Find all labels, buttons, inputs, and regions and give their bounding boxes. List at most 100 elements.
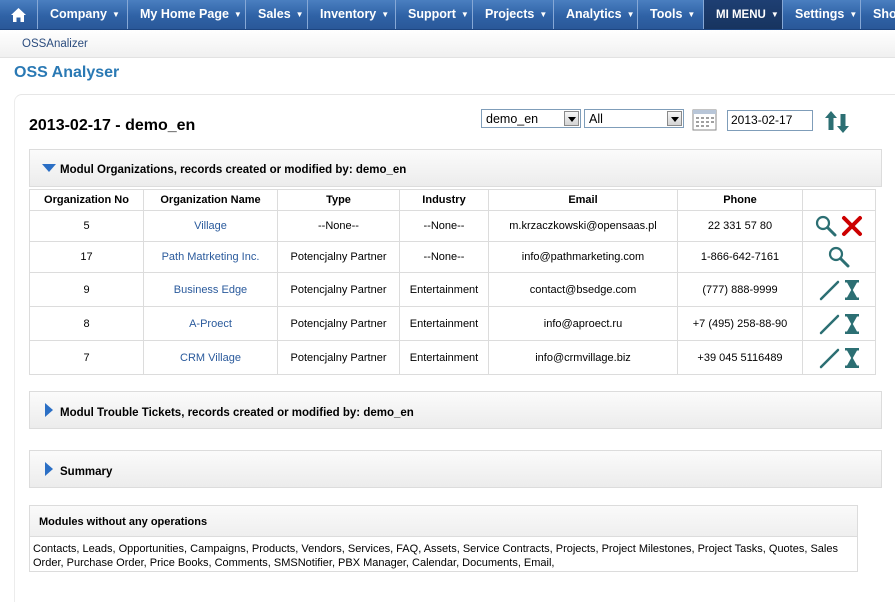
nav-support[interactable]: Support ▼ [396,0,473,29]
trouble-tickets-section-header[interactable]: Modul Trouble Tickets, records created o… [29,391,882,429]
chevron-down-icon: ▼ [111,10,120,19]
breadcrumb[interactable]: OSSAnalizer [22,38,88,50]
hourglass-icon[interactable] [844,313,860,335]
cell-type: Potencjalny Partner [277,306,400,341]
table-header-row: Organization No Organization Name Type I… [29,189,876,211]
chevron-down-icon: ▼ [687,10,696,19]
nav-shortcuts-label: Sho [873,7,895,21]
col-header-type[interactable]: Type [277,189,400,211]
user-select[interactable]: demo_en [481,109,581,128]
col-header-organization-name[interactable]: Organization Name [143,189,278,211]
nav-my-home-page[interactable]: My Home Page ▼ [128,0,246,29]
expand-triangle-icon[interactable] [45,462,53,476]
nav-projects-label: Projects [485,7,535,21]
nav-tools-label: Tools [650,7,683,21]
col-header-email[interactable]: Email [488,189,678,211]
nav-settings[interactable]: Settings ▼ [783,0,861,29]
cell-type: Potencjalny Partner [277,272,400,307]
chevron-down-icon: ▼ [770,10,779,19]
cell-phone: +7 (495) 258-88-90 [677,306,803,341]
date-input[interactable]: 2013-02-17 [727,110,813,131]
cell-industry: --None-- [399,210,489,242]
organizations-table: Organization No Organization Name Type I… [29,189,876,375]
delete-icon[interactable] [841,215,863,237]
col-header-organization-no[interactable]: Organization No [29,189,144,211]
filter-select[interactable]: All [584,109,684,128]
nav-analytics-label: Analytics [566,7,622,21]
home-icon [11,8,26,22]
chevron-down-icon: ▼ [295,10,304,19]
cell-email: contact@bsedge.com [488,272,678,307]
chevron-down-icon: ▼ [626,10,635,19]
cell-organization-no: 9 [29,272,144,307]
edit-icon[interactable] [818,313,840,335]
cell-industry: --None-- [399,241,489,273]
organizations-section-label: Modul Organizations, records created or … [60,164,407,176]
modules-without-operations-header: Modules without any operations [30,506,857,537]
nav-projects[interactable]: Projects ▼ [473,0,554,29]
cell-email: info@aproect.ru [488,306,678,341]
nav-inventory[interactable]: Inventory ▼ [308,0,396,29]
cell-phone: 1-866-642-7161 [677,241,803,273]
chevron-down-icon: ▼ [233,10,242,19]
cell-phone: 22 331 57 80 [677,210,803,242]
chevron-down-icon: ▼ [460,10,469,19]
modules-without-operations-box: Modules without any operations Contacts,… [29,505,858,572]
expand-triangle-icon[interactable] [45,403,53,417]
breadcrumb-bar: OSSAnalizer [0,30,895,58]
sort-arrows-icon[interactable] [824,110,850,134]
trouble-tickets-section-label: Modul Trouble Tickets, records created o… [60,407,414,419]
cell-organization-no: 17 [29,241,144,273]
nav-sales[interactable]: Sales ▼ [246,0,308,29]
cell-organization-name-link[interactable]: Path Matrketing Inc. [143,241,278,273]
cell-industry: Entertainment [399,306,489,341]
cell-phone: +39 045 5116489 [677,340,803,375]
chevron-down-icon: ▼ [849,10,858,19]
hourglass-icon[interactable] [844,347,860,369]
nav-sales-label: Sales [258,7,291,21]
cell-organization-no: 8 [29,306,144,341]
table-row: 5 Village --None-- --None-- m.krzaczkows… [29,210,876,242]
cell-actions [802,210,876,242]
cell-organization-name-link[interactable]: Business Edge [143,272,278,307]
search-icon[interactable] [815,215,837,237]
col-header-industry[interactable]: Industry [399,189,489,211]
summary-section-label: Summary [60,466,113,478]
chevron-down-icon: ▼ [539,10,548,19]
nav-settings-label: Settings [795,7,845,21]
hourglass-icon[interactable] [844,279,860,301]
edit-icon[interactable] [818,279,840,301]
cell-organization-name-link[interactable]: CRM Village [143,340,278,375]
nav-company[interactable]: Company ▼ [38,0,128,29]
nav-tools[interactable]: Tools ▼ [638,0,704,29]
cell-actions [802,340,876,375]
edit-icon[interactable] [818,347,840,369]
nav-shortcuts[interactable]: Sho [861,0,895,29]
nav-mi-menu[interactable]: MI MENU ▼ [704,0,783,29]
cell-actions [802,241,876,273]
col-header-phone[interactable]: Phone [677,189,803,211]
cell-type: Potencjalny Partner [277,241,400,273]
cell-type: --None-- [277,210,400,242]
modules-without-operations-title: Modules without any operations [39,516,208,528]
cell-actions [802,272,876,307]
nav-company-label: Company [50,7,107,21]
collapse-triangle-icon[interactable] [42,164,56,172]
dropdown-arrow-icon[interactable] [564,111,579,126]
table-row: 7 CRM Village Potencjalny Partner Entert… [29,340,876,375]
nav-analytics[interactable]: Analytics ▼ [554,0,638,29]
organizations-section-header[interactable]: Modul Organizations, records created or … [29,149,882,187]
search-icon[interactable] [828,246,850,268]
cell-organization-name-link[interactable]: A-Proect [143,306,278,341]
cell-industry: Entertainment [399,340,489,375]
cell-phone: (777) 888-9999 [677,272,803,307]
cell-organization-name-link[interactable]: Village [143,210,278,242]
summary-section-header[interactable]: Summary [29,450,882,488]
home-button[interactable] [0,0,38,29]
filter-select-value: All [589,112,603,126]
cell-email: m.krzaczkowski@opensaas.pl [488,210,678,242]
dropdown-arrow-icon[interactable] [667,111,682,126]
cell-type: Potencjalny Partner [277,340,400,375]
cell-email: info@crmvillage.biz [488,340,678,375]
calendar-icon[interactable] [692,108,718,132]
